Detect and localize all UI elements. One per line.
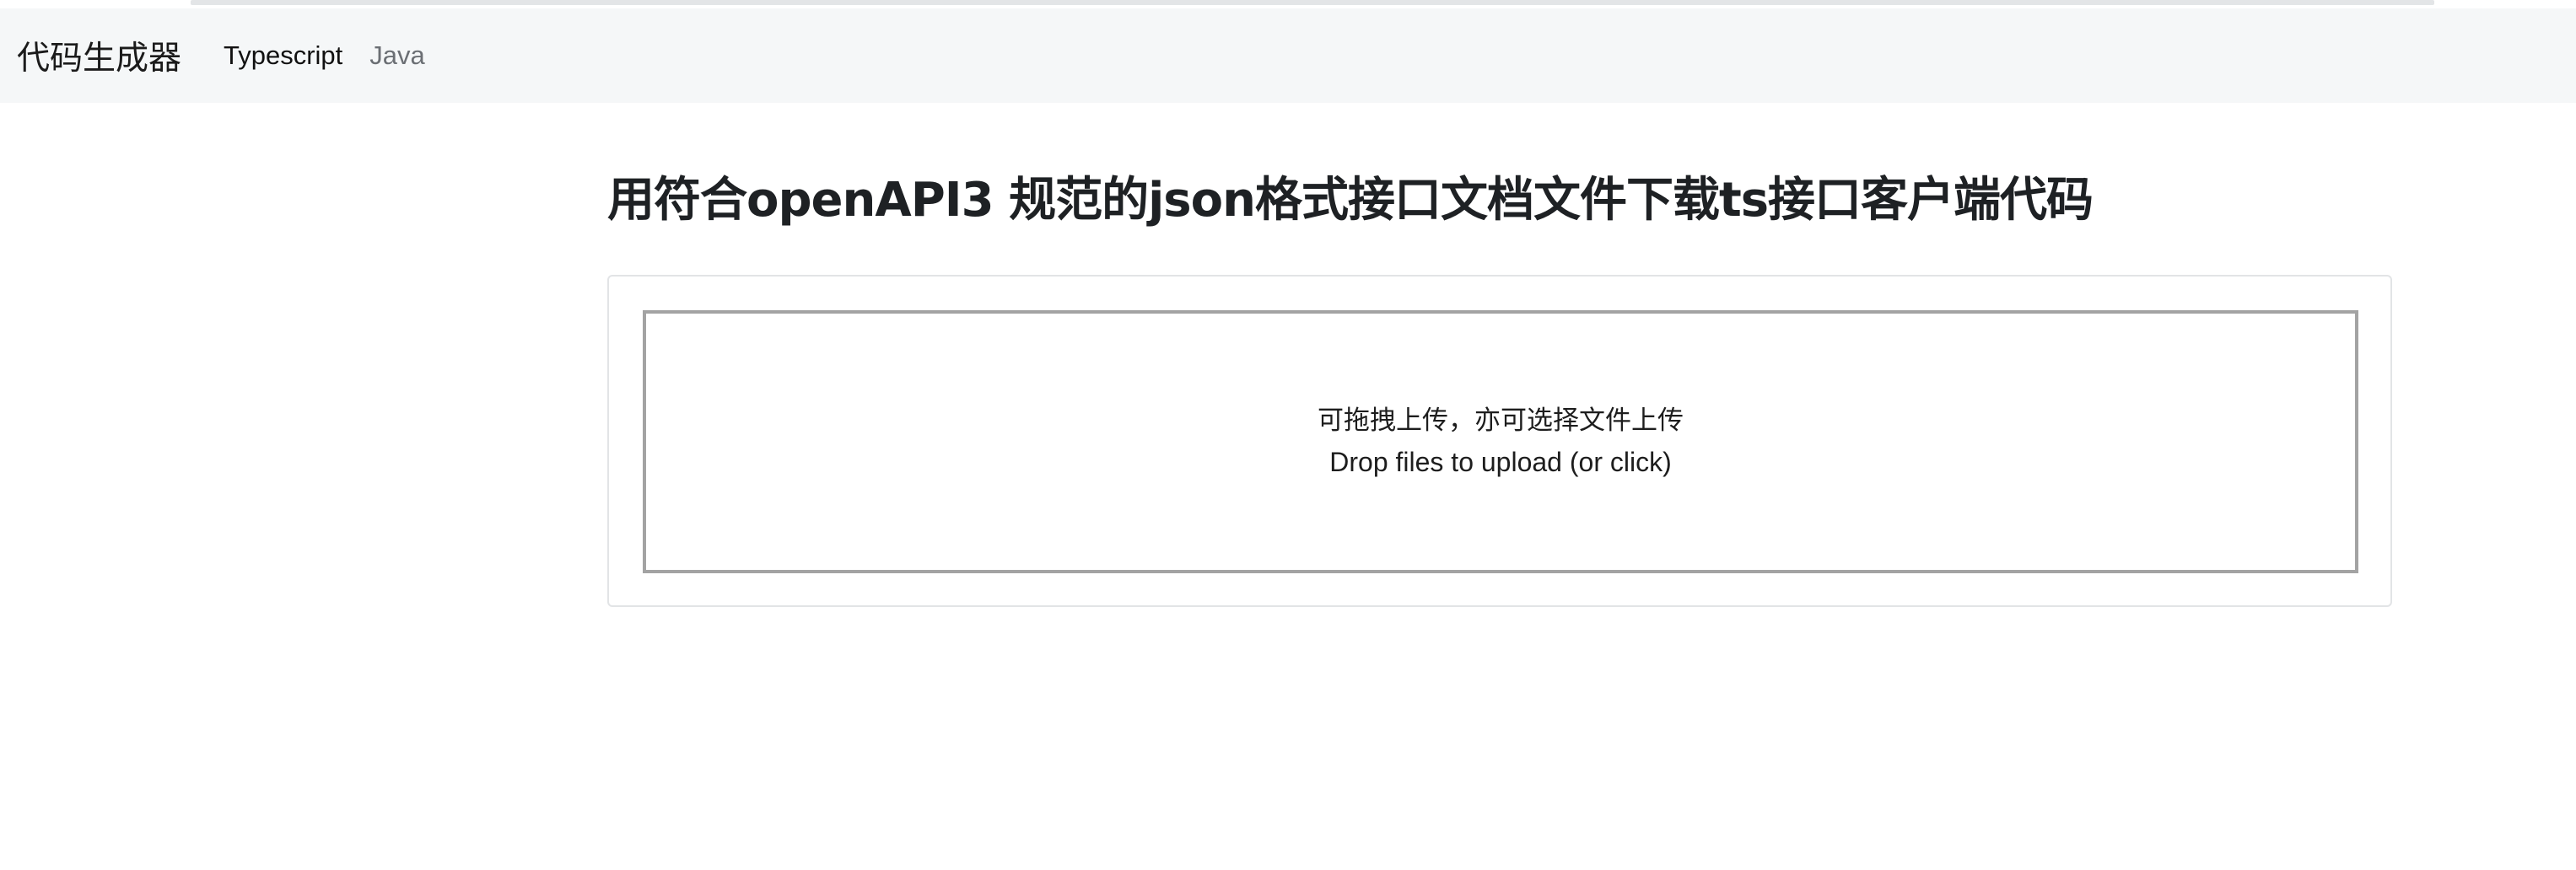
file-dropzone[interactable]: 可拖拽上传，亦可选择文件上传 Drop files to upload (or … [643,310,2358,573]
nav-link-typescript[interactable]: Typescript [224,40,342,71]
navbar: 代码生成器 Typescript Java [0,8,2576,103]
navbar-brand[interactable]: 代码生成器 [17,32,181,79]
upload-card: 可拖拽上传，亦可选择文件上传 Drop files to upload (or … [607,275,2392,607]
top-divider [191,0,2434,5]
nav-link-java[interactable]: Java [369,40,424,71]
dropzone-hint-cn: 可拖拽上传，亦可选择文件上传 [1318,405,1684,436]
page-title: 用符合openAPI3 规范的json格式接口文档文件下载ts接口客户端代码 [607,173,2094,228]
dropzone-hint-en: Drop files to upload (or click) [1329,447,1672,477]
